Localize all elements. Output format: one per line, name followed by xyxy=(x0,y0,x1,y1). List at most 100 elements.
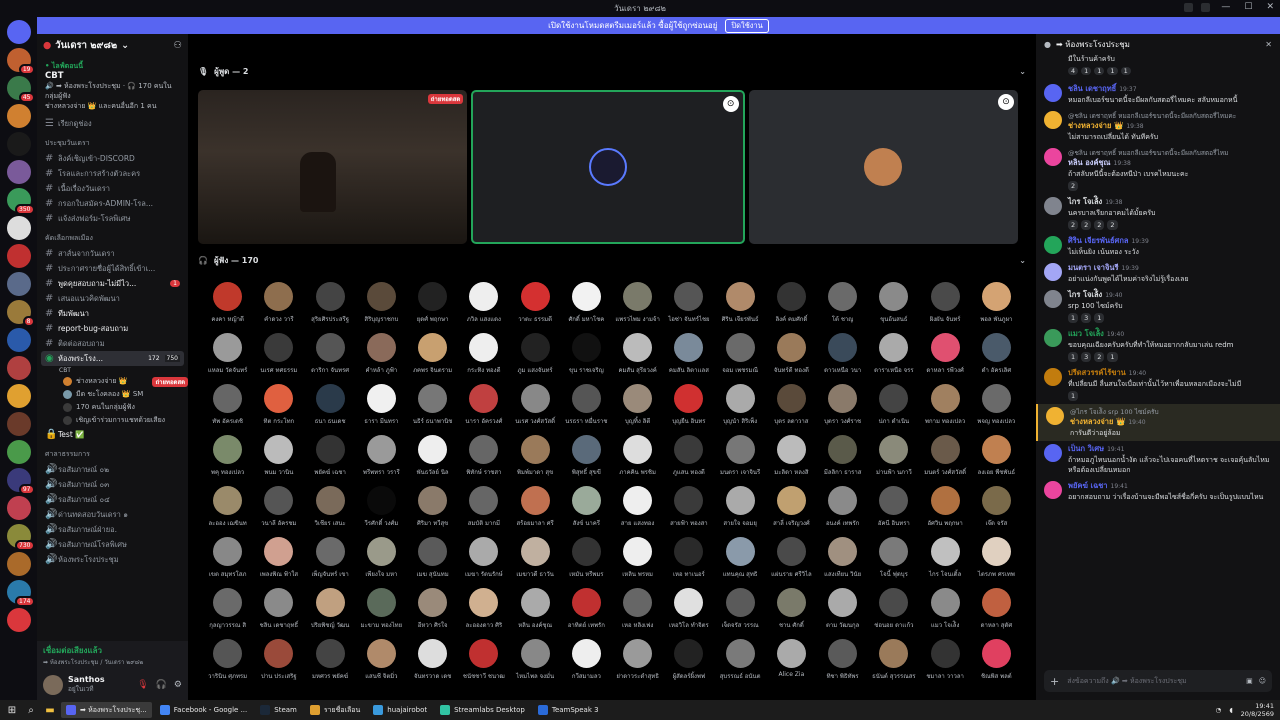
listener[interactable]: ไอซ่า จันทร์ไชย xyxy=(663,282,714,324)
server-icon[interactable]: 45 xyxy=(6,76,35,103)
message-author[interactable]: พยัคฆ์ เฉชา xyxy=(1068,481,1108,490)
listener[interactable]: นารา อัครวงศ์ xyxy=(458,384,509,426)
close-window-icon[interactable]: ✕ xyxy=(1266,2,1274,12)
listener[interactable]: สิริบุญราชกบ xyxy=(356,282,407,324)
server-icon[interactable] xyxy=(6,104,31,128)
listener[interactable]: ช่อนอย ดาเเก้ว xyxy=(868,588,919,630)
avatar[interactable] xyxy=(1044,84,1062,102)
listener[interactable]: ละออง เฌขินท xyxy=(202,486,253,528)
listener[interactable]: ปภา ดำเนิน xyxy=(868,384,919,426)
listener[interactable]: ผู้สัดลร์ผิ้งพฟ xyxy=(663,639,714,681)
listener[interactable]: สมบัติ มากมี xyxy=(458,486,509,528)
speaker-tile-speaking[interactable]: ⊙ xyxy=(471,90,745,244)
message-author[interactable]: ศิริน เจียรพันธ์ศกล xyxy=(1068,236,1128,245)
server-icon[interactable]: 730 xyxy=(6,524,35,551)
speaker-tile[interactable]: ⊙ xyxy=(748,90,1018,244)
reaction[interactable]: 1 xyxy=(1068,391,1079,401)
message-author[interactable]: แมว โจเล้ิง xyxy=(1068,329,1104,338)
mute-icon[interactable]: 🎙 xyxy=(137,680,148,690)
listener[interactable]: เจ็ดจรัส วรรณ xyxy=(715,588,766,630)
listener[interactable]: ไกร โจนเติ้ล xyxy=(920,537,971,579)
listener[interactable]: วิเชียร เสนะ xyxy=(305,486,356,528)
channel-item[interactable]: 🔊 รอสัมภาษณ์ ๐๓ xyxy=(37,477,188,492)
listener[interactable]: ตาม วัฒนกุล xyxy=(817,588,868,630)
listener[interactable]: คมสัน สุรียวงค์ xyxy=(612,333,663,375)
listener[interactable]: แพรวไพม งามจ้า xyxy=(612,282,663,324)
gear-icon[interactable]: ⚙ xyxy=(174,680,182,690)
reaction[interactable]: 1 xyxy=(1094,313,1105,323)
browse-channels[interactable]: ☰ เรียกดูช่อง xyxy=(37,116,188,131)
listener[interactable]: คำหล้า ภูฟ้า xyxy=(356,333,407,375)
listener[interactable]: ปริยพิชญ์ วัฒน xyxy=(305,588,356,630)
channel-item[interactable]: # ลิงค์เชิญเข้า-DISCORD xyxy=(37,151,188,166)
server-icon[interactable]: 8 xyxy=(6,300,35,327)
listener[interactable]: อัศวิน พฤกษา xyxy=(920,486,971,528)
listener[interactable]: เหอวิโล ทำจิตร xyxy=(663,588,714,630)
listener[interactable]: เมฆา รัตนรักษ์ xyxy=(458,537,509,579)
avatar[interactable] xyxy=(1046,407,1064,425)
gift-icon[interactable]: ▣ xyxy=(1246,677,1253,685)
help-icon[interactable] xyxy=(1201,3,1210,12)
listener[interactable]: ทิต กระโทก xyxy=(253,384,304,426)
emoji-icon[interactable]: ☺ xyxy=(1259,677,1266,685)
avatar[interactable] xyxy=(1044,329,1062,347)
channel-item[interactable]: # กรอกใบสมัคร-ADMIN-โรล... xyxy=(37,196,188,211)
listener[interactable]: พิสุทธิ์ สุขขี xyxy=(561,435,612,477)
reaction[interactable]: 1 xyxy=(1120,67,1131,75)
avatar[interactable] xyxy=(43,674,63,695)
listener[interactable]: เหมัน หรีพมร xyxy=(561,537,612,579)
listener[interactable]: ลิงค์ คมศักดิ์ xyxy=(766,282,817,324)
listener[interactable]: สาย แสงทอง xyxy=(612,486,663,528)
message-author[interactable]: หลิน องค์ชุณ xyxy=(1068,158,1111,167)
inbox-icon[interactable] xyxy=(1184,3,1193,12)
reaction[interactable]: 3 xyxy=(1081,313,1092,323)
listener[interactable]: เพียงใจ มหา xyxy=(356,537,407,579)
message-author[interactable]: ช่างหลวงจ่าย 👑 xyxy=(1068,121,1123,130)
taskbar-item[interactable]: ➡ ห้องพระโรงประชุ... xyxy=(61,702,152,718)
listener[interactable]: กระทิง ทองดี xyxy=(458,333,509,375)
message-author[interactable]: ไกร โจเล้ิง xyxy=(1068,290,1102,299)
minimize-icon[interactable]: — xyxy=(1221,2,1230,12)
listener[interactable]: แมว โจเล้ิง xyxy=(920,588,971,630)
channel-item[interactable]: 🔊 ห้องพระโรงประชุม xyxy=(37,552,188,567)
server-icon[interactable] xyxy=(6,216,31,240)
listener[interactable]: จอม เพชรมณี xyxy=(715,333,766,375)
taskbar-item[interactable]: TeamSpeak 3 xyxy=(533,702,604,718)
listener[interactable]: มะลิดา หลงสิ xyxy=(766,435,817,477)
listener[interactable]: จันทร์ดี ทองดี xyxy=(766,333,817,375)
volume-icon[interactable]: ◖ xyxy=(1229,706,1232,714)
message-author[interactable]: เป็นก วิเศษ xyxy=(1068,444,1104,453)
avatar[interactable] xyxy=(1044,197,1062,215)
listener[interactable]: ศักดิ์ มหาโชค xyxy=(561,282,612,324)
server-icon[interactable] xyxy=(6,244,31,268)
listener[interactable]: ทิชา พิธิทัพร xyxy=(817,639,868,681)
listener[interactable]: ย่าดาวระดำสุทธิ xyxy=(612,639,663,681)
speakers-section-header[interactable]: 🎙 ผู้พูด — 2 ⌄ xyxy=(188,62,1036,80)
channel-item[interactable]: # ประกาศรายชื่อผู้ได้สิทธิ์เข้าเ... xyxy=(37,261,188,276)
listener[interactable]: อาทิตย์ เทพรัก xyxy=(561,588,612,630)
listener[interactable]: นรธรา หมื่นราช xyxy=(561,384,612,426)
server-icon[interactable] xyxy=(6,608,31,632)
listener[interactable]: ขุนอ้นสนธ์ xyxy=(868,282,919,324)
avatar[interactable] xyxy=(1044,236,1062,254)
channel-item[interactable]: # ทีมพัฒนา xyxy=(37,306,188,321)
listener[interactable]: มีลลิกา ธาราส xyxy=(817,435,868,477)
listener[interactable]: มนตรา เจาจินรี xyxy=(715,435,766,477)
listener[interactable]: พกาม ทองเปลว xyxy=(920,384,971,426)
search-icon[interactable]: ⌕ xyxy=(23,702,39,718)
reaction[interactable]: 2 xyxy=(1107,220,1118,230)
listener[interactable]: ธารา มีนทรา xyxy=(356,384,407,426)
server-icon[interactable]: 174 xyxy=(6,580,35,607)
channel-item[interactable]: # ติดต่อสอบถาม xyxy=(37,336,188,351)
voice-location[interactable]: ➡ ห้องพระโรงประชุม / วันเดรา ๒๙๘๒ xyxy=(43,657,182,667)
channel-item[interactable]: 🔊 รอสัมภาษณ์ ๐๔ xyxy=(37,492,188,507)
listener[interactable]: ชาน ศักดิ์ xyxy=(766,588,817,630)
listener[interactable]: ดาหลา รพีวงศ์ xyxy=(920,333,971,375)
channel-item[interactable]: # สาส์นจากวันเดรา xyxy=(37,246,188,261)
avatar[interactable] xyxy=(1044,148,1062,166)
reaction[interactable]: 2 xyxy=(1068,181,1079,191)
server-icon[interactable] xyxy=(6,384,31,408)
listener[interactable]: นเรศ ทศธรรม xyxy=(253,333,304,375)
message-author[interactable]: ชลิน เดชาฤทธิ์ xyxy=(1068,84,1116,93)
listener[interactable]: แสนซี จิตมิ่ว xyxy=(356,639,407,681)
